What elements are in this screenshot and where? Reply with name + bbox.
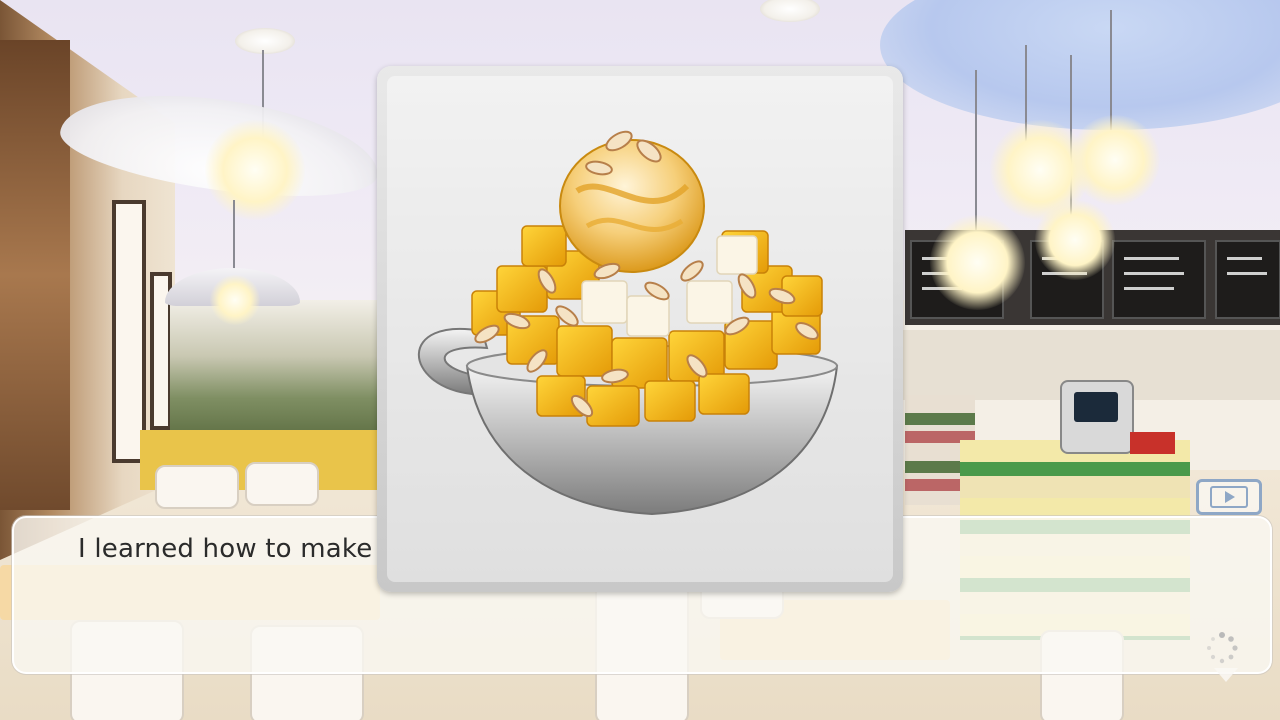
lamp-glow — [1070, 115, 1160, 205]
lamp-cord — [233, 200, 235, 270]
cash-register — [1060, 380, 1134, 454]
ceiling-light — [235, 28, 295, 54]
lamp-cord — [975, 70, 977, 230]
mango-shaved-ice-icon — [417, 130, 839, 516]
game-screen: I learned how to make Mango Shaved Ice. — [0, 0, 1280, 720]
wall-art — [0, 40, 70, 510]
lamp-glow — [930, 215, 1025, 310]
play-icon — [1210, 486, 1248, 508]
menu-board — [1112, 240, 1206, 319]
lamp-glow — [210, 275, 260, 325]
item-image-frame — [387, 76, 893, 582]
lamp-glow — [205, 120, 305, 220]
red-box — [1130, 432, 1175, 454]
lamp-cord — [1110, 10, 1112, 130]
menu-board — [1215, 240, 1280, 319]
item-reveal-card — [377, 66, 903, 592]
mountain-mural — [170, 300, 400, 440]
loading-spinner-icon — [1207, 632, 1238, 664]
chair — [155, 465, 239, 509]
wall-frame — [112, 200, 146, 463]
lamp-glow — [1035, 200, 1115, 280]
auto-play-button[interactable] — [1196, 479, 1262, 515]
chair — [245, 462, 319, 506]
